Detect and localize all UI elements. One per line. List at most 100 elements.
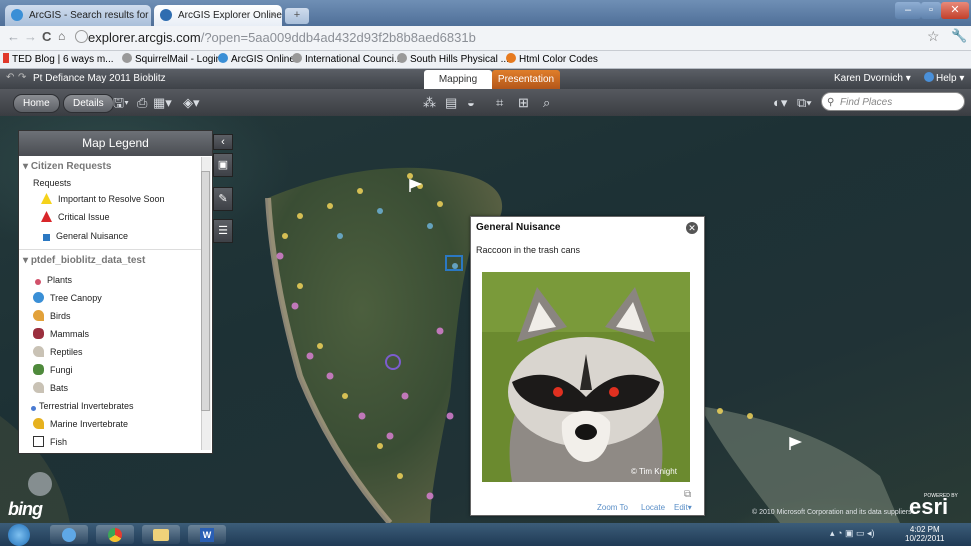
notes-icon[interactable]: ▤ (445, 95, 457, 110)
section-name: Citizen Requests (30, 161, 112, 172)
new-tab-button[interactable]: + (285, 8, 309, 24)
notes-tab-icon[interactable]: ✎ (213, 187, 233, 211)
tab-presentation[interactable]: Presentation (492, 70, 560, 89)
photo-credit: © Tim Knight (631, 467, 677, 476)
save-icon[interactable]: 🖫▾ (113, 95, 129, 110)
globe-tool-icon[interactable]: ◐▾ (773, 95, 787, 110)
color-codes-icon (506, 53, 516, 63)
bookmark-item[interactable]: TED Blog | 6 ways m... (3, 51, 114, 68)
bird-icon (33, 310, 44, 321)
start-button[interactable] (8, 524, 30, 546)
layers-icon[interactable]: ◈▾ (183, 95, 200, 110)
bookmark-item[interactable]: South Hills Physical ... (397, 51, 509, 68)
legend-tab-icon[interactable]: ☰ (213, 219, 233, 243)
share-icon[interactable]: ▦▾ (153, 95, 172, 110)
reload-icon[interactable]: C (42, 29, 51, 44)
measure-icon[interactable]: ⌗ (496, 95, 503, 110)
print-icon[interactable]: ⎙ (137, 95, 147, 110)
bookmark-item[interactable]: ArcGIS Online (218, 51, 295, 68)
minimize-button[interactable]: – (895, 2, 921, 19)
browser-tab-search[interactable]: ArcGIS - Search results for (5, 5, 151, 26)
legend-section-bioblitz[interactable]: ▾ ptdef_bioblitz_data_test (23, 253, 145, 269)
wrench-icon[interactable]: 🔧 (951, 28, 967, 44)
feature-popup: General Nuisance ✕ Raccoon in the trash … (470, 216, 705, 516)
legend-item: Terrestrial Invertebrates (31, 398, 134, 414)
basemap-icon[interactable]: ◒ (467, 95, 475, 110)
bookmark-label: ArcGIS Online (231, 54, 295, 65)
find-places-input[interactable]: ⚲ Find Places (821, 92, 965, 111)
user-menu[interactable]: Karen Dvornich ▾ (834, 69, 911, 89)
taskbar-explorer[interactable] (142, 525, 180, 544)
legend-item: Bats (33, 380, 68, 396)
zoom-to-link[interactable]: Zoom To (597, 503, 628, 512)
bookmark-star-icon[interactable]: ☆ (927, 28, 940, 45)
legend-item: Plants (33, 272, 72, 288)
legend-item: Mammals (33, 326, 89, 342)
arcgis-favicon-icon (11, 9, 23, 21)
square-icon (43, 234, 50, 241)
bookmark-label: SquirrelMail - Login (135, 54, 222, 65)
taskbar-clock[interactable]: 4:02 PM 10/22/2011 (905, 525, 944, 543)
add-content-icon[interactable]: ⁂ (423, 95, 436, 110)
home-button[interactable]: Home (13, 94, 60, 113)
bookmark-tool-icon[interactable]: ⧉▾ (797, 95, 812, 110)
warning-icon (41, 193, 52, 204)
tray-icons[interactable]: ▴ ◔ ▣ ▭ ◂) (830, 528, 874, 539)
legend-item: Important to Resolve Soon (41, 191, 165, 207)
query-icon[interactable]: ⊞ (518, 95, 529, 110)
contents-tab-icon[interactable]: ▣ (213, 153, 233, 177)
browser-tab-explorer[interactable]: ArcGIS Explorer Online × (154, 5, 282, 26)
bookmark-label: South Hills Physical ... (410, 54, 509, 65)
details-button[interactable]: Details (63, 94, 114, 113)
legend-scroll-thumb[interactable] (201, 171, 210, 411)
tab-mapping[interactable]: Mapping (424, 70, 492, 89)
taskbar-chrome[interactable] (96, 525, 134, 544)
legend-item: General Nuisance (41, 228, 128, 244)
locate-link[interactable]: Locate (641, 503, 665, 512)
legend-item-label: General Nuisance (56, 231, 129, 241)
legend-item-label: Tree Canopy (50, 293, 102, 303)
taskbar-ie[interactable] (50, 525, 88, 544)
legend-divider (19, 249, 201, 250)
alert-icon (41, 211, 52, 222)
tab-label: ArcGIS - Search results for (29, 10, 149, 21)
address-bar[interactable]: explorer.arcgis.com/?open=5aa009ddb4ad43… (88, 29, 908, 47)
close-window-button[interactable]: ✕ (941, 2, 969, 19)
close-icon[interactable]: ✕ (686, 222, 698, 234)
ted-icon (3, 53, 9, 63)
forward-icon[interactable]: → (24, 29, 37, 44)
maximize-button[interactable]: ▫ (921, 2, 941, 19)
legend-item-label: Fungi (50, 365, 73, 375)
identify-icon[interactable]: ⌕ (543, 95, 550, 110)
close-tab-icon[interactable]: × (270, 5, 276, 26)
legend-item-label: Mammals (50, 329, 90, 339)
ie-icon (62, 528, 76, 542)
help-menu[interactable]: Help ▾ (924, 69, 964, 89)
resize-icon[interactable]: ⧉ (684, 489, 691, 500)
redo-icon[interactable]: ↷ (18, 72, 26, 83)
url-path: /?open=5aa009ddb4ad432d93f2b8b8aed6831b (200, 30, 476, 45)
legend-title: Map Legend (19, 131, 212, 156)
undo-icon[interactable]: ↶ (6, 72, 14, 83)
fungi-icon (33, 364, 44, 375)
edit-link[interactable]: Edit▾ (674, 503, 692, 512)
legend-section-citizen-requests[interactable]: ▾ Citizen Requests (23, 159, 111, 175)
bookmark-item[interactable]: Html Color Codes (506, 51, 598, 68)
bookmark-item[interactable]: International Counci... (292, 51, 402, 68)
legend-item-label: Important to Resolve Soon (58, 194, 165, 204)
page-info-icon[interactable] (75, 30, 88, 43)
collapse-panel-button[interactable]: ‹ (213, 134, 233, 150)
legend-item-label: Critical Issue (58, 212, 110, 222)
bookmark-label: International Counci... (305, 54, 403, 65)
legend-item-label: Birds (50, 311, 71, 321)
user-name: Karen Dvornich (834, 73, 903, 84)
home-icon[interactable]: ⌂ (58, 29, 65, 43)
bookmark-item[interactable]: SquirrelMail - Login (122, 51, 221, 68)
chrome-icon (108, 528, 122, 542)
popup-description: Raccoon in the trash cans (476, 245, 581, 255)
marine-icon (33, 418, 44, 429)
bookmark-label: TED Blog | 6 ways m... (12, 54, 114, 65)
back-icon[interactable]: ← (7, 29, 20, 44)
tab-label: ArcGIS Explorer Online (178, 10, 282, 21)
taskbar-word[interactable]: W (188, 525, 226, 544)
